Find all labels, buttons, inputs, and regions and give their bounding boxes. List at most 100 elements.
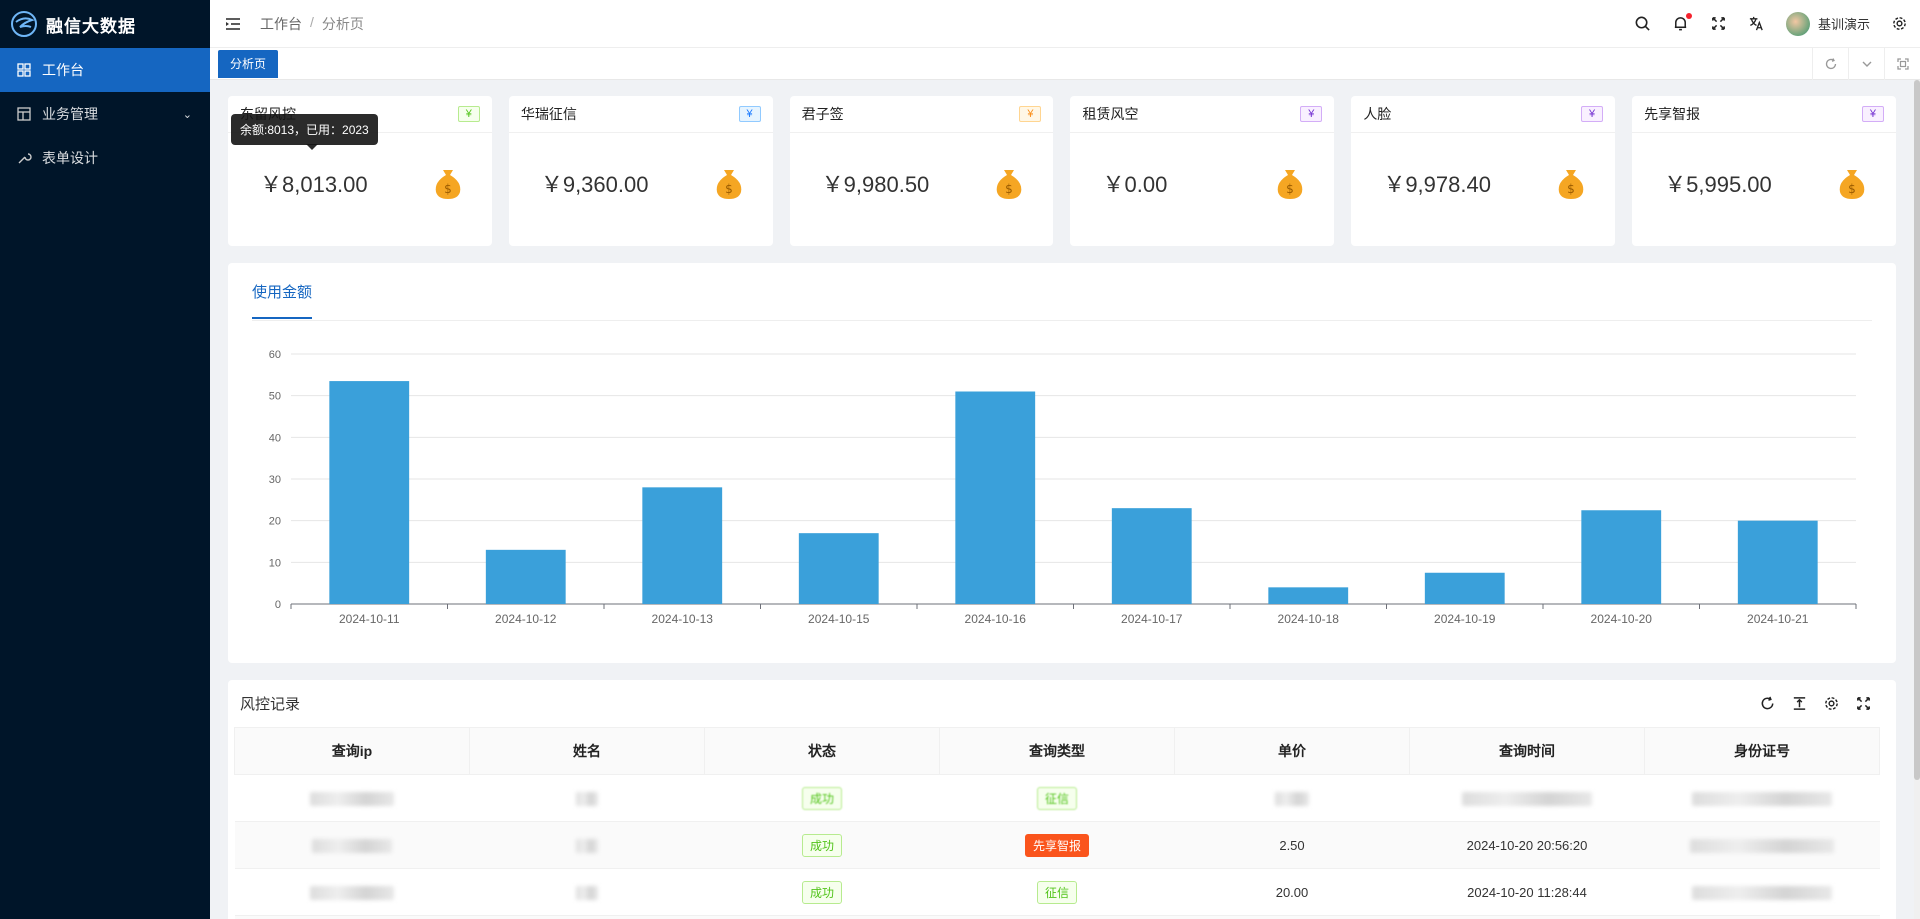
dashboard-icon [17, 63, 31, 77]
y-tick-label: 40 [269, 432, 281, 444]
sidebar-item-label: 工作台 [42, 62, 84, 78]
bar[interactable] [1424, 572, 1505, 604]
refresh-tab-button[interactable] [1812, 47, 1848, 80]
bar[interactable] [329, 381, 410, 604]
svg-text:$: $ [725, 182, 733, 196]
balance-card[interactable]: 租赁风空 ¥ ￥0.00 $ [1070, 96, 1335, 246]
money-bag-icon: $ [435, 170, 461, 199]
x-tick-label: 2024-10-12 [495, 612, 557, 626]
redacted-ip [310, 791, 394, 806]
query-type-badge: 征信 [1036, 880, 1077, 904]
column-header[interactable]: 查询ip [234, 727, 470, 775]
notification-button[interactable] [1672, 12, 1692, 33]
menu-fold-icon[interactable] [224, 15, 242, 33]
card-value: ￥9,980.50 [821, 172, 930, 197]
fullscreen-button[interactable] [1710, 15, 1728, 33]
table-refresh-button[interactable] [1758, 695, 1776, 713]
card-title: 先享智报 [1644, 106, 1701, 122]
balance-cards: 东留风控 ¥ ￥8,013.00 $ 余额:8013，已用：2023 华瑞征信 … [228, 96, 1896, 246]
card-title: 君子签 [801, 106, 844, 122]
sidebar-item-form-design[interactable]: 表单设计 [0, 136, 210, 180]
y-tick-label: 60 [269, 349, 281, 361]
card-value: ￥9,978.40 [1383, 172, 1491, 197]
status-badge: 成功 [801, 880, 842, 904]
page-scrollbar[interactable] [1914, 80, 1920, 919]
balance-card[interactable]: 华瑞征信 ¥ ￥9,360.00 $ [508, 96, 773, 246]
bar[interactable] [642, 487, 723, 604]
svg-text:$: $ [1567, 182, 1575, 196]
chevron-down-icon [1862, 61, 1871, 67]
balance-tooltip: 余额:8013，已用：2023 [231, 114, 378, 150]
balance-card[interactable]: 先享智报 ¥ ￥5,995.00 $ [1632, 96, 1896, 246]
column-header[interactable]: 单价 [1174, 727, 1410, 775]
x-tick-label: 2024-10-20 [1591, 612, 1653, 626]
brand[interactable]: 融信大数据 [0, 0, 210, 48]
risk-records-table: 查询ip 姓名 状态 查询类型 单价 查询时间 身份证号 成功 征信 成功 先享… [234, 727, 1880, 919]
svg-text:$: $ [1006, 182, 1014, 196]
price-cell: 2.50 [1174, 821, 1410, 869]
query-time-cell: 2024-10-20 20:56:20 [1409, 821, 1645, 869]
table-row[interactable] [234, 915, 1880, 919]
y-tick-label: 10 [269, 557, 281, 569]
table-row[interactable]: 成功 征信 20.00 2024-10-20 11:28:44 [234, 868, 1880, 916]
bar[interactable] [1737, 520, 1818, 604]
header-actions: 基训演示 [1634, 11, 1920, 36]
bar[interactable] [798, 533, 879, 604]
column-header[interactable]: 姓名 [469, 727, 705, 775]
bar[interactable] [1111, 508, 1192, 604]
sidebar: 融信大数据 工作台 业务管理 ⌄ 表单设计 [0, 0, 210, 919]
card-value: ￥9,360.00 [540, 172, 649, 197]
tab-usage-amount[interactable]: 使用金额 [252, 281, 313, 319]
chart-tabs: 使用金额 [252, 263, 1872, 321]
maximize-icon [1896, 57, 1909, 70]
table-tools [1758, 695, 1884, 713]
status-badge: 成功 [801, 833, 842, 857]
x-tick-label: 2024-10-16 [965, 612, 1027, 626]
risk-records-card: 风控记录 查询ip 姓名 状态 查询类型 单价 查询时间 身份证号 成功 征信 … [228, 680, 1896, 919]
sidebar-item-business[interactable]: 业务管理 ⌄ [0, 92, 210, 136]
column-header[interactable]: 状态 [704, 727, 940, 775]
tabs-bar: 分析页 [210, 47, 1920, 80]
column-header[interactable]: 查询类型 [939, 727, 1175, 775]
gear-icon [1824, 697, 1838, 710]
balance-card[interactable]: 东留风控 ¥ ￥8,013.00 $ 余额:8013，已用：2023 [228, 96, 492, 246]
sidebar-item-workbench[interactable]: 工作台 [0, 48, 210, 92]
currency-tag: ¥ [1300, 106, 1323, 122]
user-menu[interactable]: 基训演示 [1785, 11, 1870, 36]
column-header[interactable]: 身份证号 [1644, 727, 1880, 775]
column-header[interactable]: 查询时间 [1409, 727, 1645, 775]
wrench-icon [18, 153, 32, 164]
currency-tag: ¥ [1861, 106, 1884, 122]
tab-maximize-button[interactable] [1884, 47, 1920, 80]
table-fullscreen-button[interactable] [1854, 695, 1872, 713]
breadcrumb-item[interactable]: 工作台 [260, 14, 302, 34]
x-tick-label: 2024-10-15 [808, 612, 870, 626]
language-button[interactable] [1748, 15, 1766, 33]
bar[interactable] [955, 391, 1036, 605]
table-density-button[interactable] [1790, 695, 1808, 713]
search-button[interactable] [1634, 15, 1652, 33]
settings-button[interactable] [1890, 15, 1908, 33]
x-tick-label: 2024-10-18 [1278, 612, 1340, 626]
bar[interactable] [485, 549, 566, 604]
table-settings-button[interactable] [1822, 695, 1840, 713]
table-row[interactable]: 成功 征信 [234, 774, 1880, 822]
table-row[interactable]: 成功 先享智报 2.50 2024-10-20 20:56:20 [234, 821, 1880, 869]
redacted-id-number [1692, 885, 1832, 900]
balance-card[interactable]: 人脸 ¥ ￥9,978.40 $ [1351, 96, 1616, 246]
search-icon [1636, 16, 1651, 31]
x-tick-label: 2024-10-19 [1434, 612, 1496, 626]
y-tick-label: 50 [269, 391, 281, 403]
balance-card[interactable]: 君子签 ¥ ￥9,980.50 $ [789, 96, 1054, 246]
redacted-time [1462, 791, 1592, 806]
tab-analysis[interactable]: 分析页 [218, 49, 279, 78]
y-tick-label: 20 [269, 516, 281, 528]
card-value: ￥0.00 [1102, 172, 1168, 197]
top-header: 工作台 / 分析页 基训演示 [210, 0, 1920, 48]
x-tick-label: 2024-10-17 [1121, 612, 1183, 626]
tab-dropdown-button[interactable] [1848, 47, 1884, 80]
refresh-icon [1761, 696, 1773, 710]
scrollbar-thumb[interactable] [1914, 80, 1920, 780]
bar[interactable] [1268, 587, 1349, 604]
bar[interactable] [1581, 510, 1662, 604]
